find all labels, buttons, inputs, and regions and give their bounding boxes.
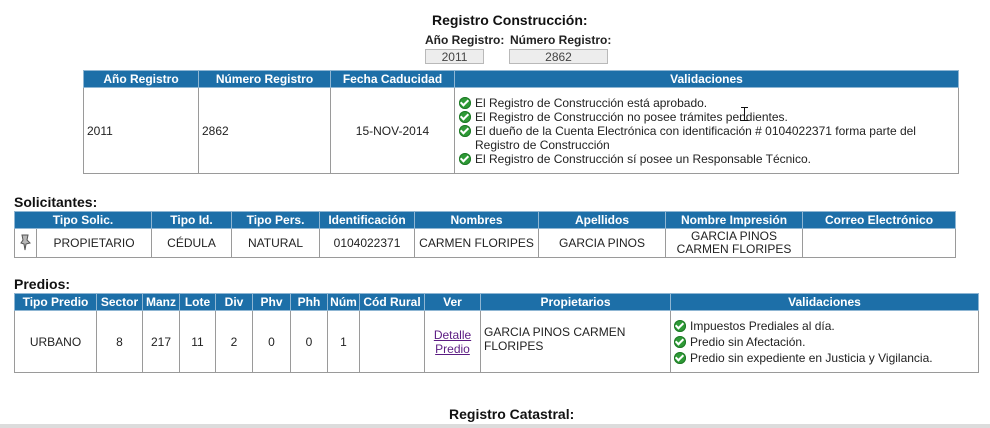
validation-item: El Registro de Construcción está aprobad… — [458, 96, 955, 110]
cell-tipo-pers: NATURAL — [231, 228, 321, 258]
col-nombre-impresion: Nombre Impresión — [665, 211, 804, 229]
registro-header-row: Año Registro Número Registro Fecha Caduc… — [83, 70, 959, 88]
check-icon — [459, 152, 471, 165]
check-icon — [459, 96, 471, 109]
col-validaciones: Validaciones — [454, 70, 959, 88]
solicitantes-table: Tipo Solic. Tipo Id. Tipo Pers. Identifi… — [13, 211, 957, 258]
col-apellidos: Apellidos — [538, 211, 667, 229]
col-phh: Phh — [290, 293, 328, 311]
col-tipo-id: Tipo Id. — [151, 211, 233, 229]
cell-validaciones: El Registro de Construcción está aprobad… — [454, 87, 959, 174]
cell-manz: 217 — [142, 310, 180, 373]
cell-apellidos: GARCIA PINOS — [538, 228, 667, 258]
cell-phv: 0 — [252, 310, 291, 373]
cell-ver: Detalle Predio — [424, 310, 481, 373]
validation-item: Impuestos Prediales al día. — [673, 319, 976, 333]
cell-numero: 2862 — [198, 87, 331, 174]
cell-identificacion: 0104022371 — [319, 228, 416, 258]
col-propietarios: Propietarios — [480, 293, 671, 311]
registro-table: Año Registro Número Registro Fecha Caduc… — [83, 70, 959, 174]
cell-tipo-solic: PROPIETARIO — [35, 228, 153, 258]
cell-num: 1 — [327, 310, 360, 373]
col-fecha-caducidad: Fecha Caducidad — [330, 70, 455, 88]
check-icon — [674, 351, 686, 364]
cell-div: 2 — [215, 310, 253, 373]
nombre-impresion-line: CARMEN FLORIPES — [676, 242, 792, 256]
numero-registro-label: Número Registro: — [510, 33, 612, 47]
col-div: Div — [215, 293, 253, 311]
predios-table: Tipo Predio Sector Manz Lote Div Phv Phh… — [14, 293, 979, 373]
anio-registro-field[interactable] — [425, 49, 484, 64]
check-icon — [459, 110, 471, 123]
registro-catastral-title: Registro Catastral: — [449, 406, 575, 422]
predios-title: Predios: — [14, 276, 71, 292]
table-row: 2011 2862 15-NOV-2014 El Registro de Con… — [83, 87, 959, 174]
solicitante-action-cell[interactable] — [14, 228, 37, 258]
cell-validaciones-predio: Impuestos Prediales al día. Predio sin A… — [670, 310, 979, 373]
cell-anio: 2011 — [83, 87, 199, 174]
cell-fecha-caducidad: 15-NOV-2014 — [330, 87, 455, 174]
col-num: Núm — [327, 293, 360, 311]
col-manz: Manz — [142, 293, 180, 311]
check-icon — [674, 335, 686, 348]
cell-tipo-predio: URBANO — [14, 310, 97, 373]
col-anio-registro: Año Registro — [83, 70, 199, 88]
bottom-edge — [0, 424, 990, 428]
text-cursor-icon — [741, 107, 748, 121]
validation-item: Predio sin expediente en Justicia y Vigi… — [673, 351, 976, 365]
check-icon — [459, 124, 471, 137]
cell-tipo-id: CÉDULA — [151, 228, 233, 258]
cell-lote: 11 — [179, 310, 216, 373]
col-cod-rural: Cód Rural — [359, 293, 425, 311]
cell-nombres: CARMEN FLORIPES — [414, 228, 540, 258]
validation-item: El Registro de Construcción sí posee un … — [458, 152, 955, 166]
col-identificacion: Identificación — [319, 211, 416, 229]
col-tipo-pers: Tipo Pers. — [231, 211, 321, 229]
predios-header-row: Tipo Predio Sector Manz Lote Div Phv Phh… — [14, 293, 979, 311]
col-ver: Ver — [424, 293, 481, 311]
cell-nombre-impresion: GARCIA PINOS CARMEN FLORIPES — [665, 228, 804, 258]
cell-phh: 0 — [290, 310, 328, 373]
col-nombres: Nombres — [414, 211, 540, 229]
validation-item: Predio sin Afectación. — [673, 335, 976, 349]
page-title: Registro Construcción: — [432, 12, 588, 28]
cell-sector: 8 — [96, 310, 143, 373]
validation-item: El dueño de la Cuenta Electrónica con id… — [458, 124, 955, 152]
col-tipo-predio: Tipo Predio — [14, 293, 97, 311]
check-icon — [674, 319, 686, 332]
col-tipo-solic: Tipo Solic. — [13, 211, 153, 229]
numero-registro-field[interactable] — [509, 49, 608, 64]
validation-item: El Registro de Construcción no posee trá… — [458, 110, 955, 124]
solicitantes-title: Solicitantes: — [14, 194, 98, 210]
col-numero-registro: Número Registro — [198, 70, 331, 88]
table-row: URBANO 8 217 11 2 0 0 1 Detalle Predio G… — [14, 310, 979, 373]
pin-icon[interactable] — [19, 233, 33, 251]
cell-correo — [802, 228, 957, 258]
detalle-predio-link[interactable]: Detalle Predio — [434, 328, 471, 356]
cell-propietarios: GARCIA PINOS CARMEN FLORIPES — [480, 310, 671, 373]
solicitantes-header-row: Tipo Solic. Tipo Id. Tipo Pers. Identifi… — [13, 211, 957, 229]
cell-cod-rural — [359, 310, 425, 373]
col-lote: Lote — [179, 293, 216, 311]
table-row: PROPIETARIO CÉDULA NATURAL 0104022371 CA… — [14, 228, 957, 258]
col-correo-electronico: Correo Electrónico — [802, 211, 957, 229]
col-sector: Sector — [96, 293, 143, 311]
col-validaciones-predio: Validaciones — [670, 293, 979, 311]
anio-registro-label: Año Registro: — [425, 33, 505, 47]
col-phv: Phv — [252, 293, 291, 311]
